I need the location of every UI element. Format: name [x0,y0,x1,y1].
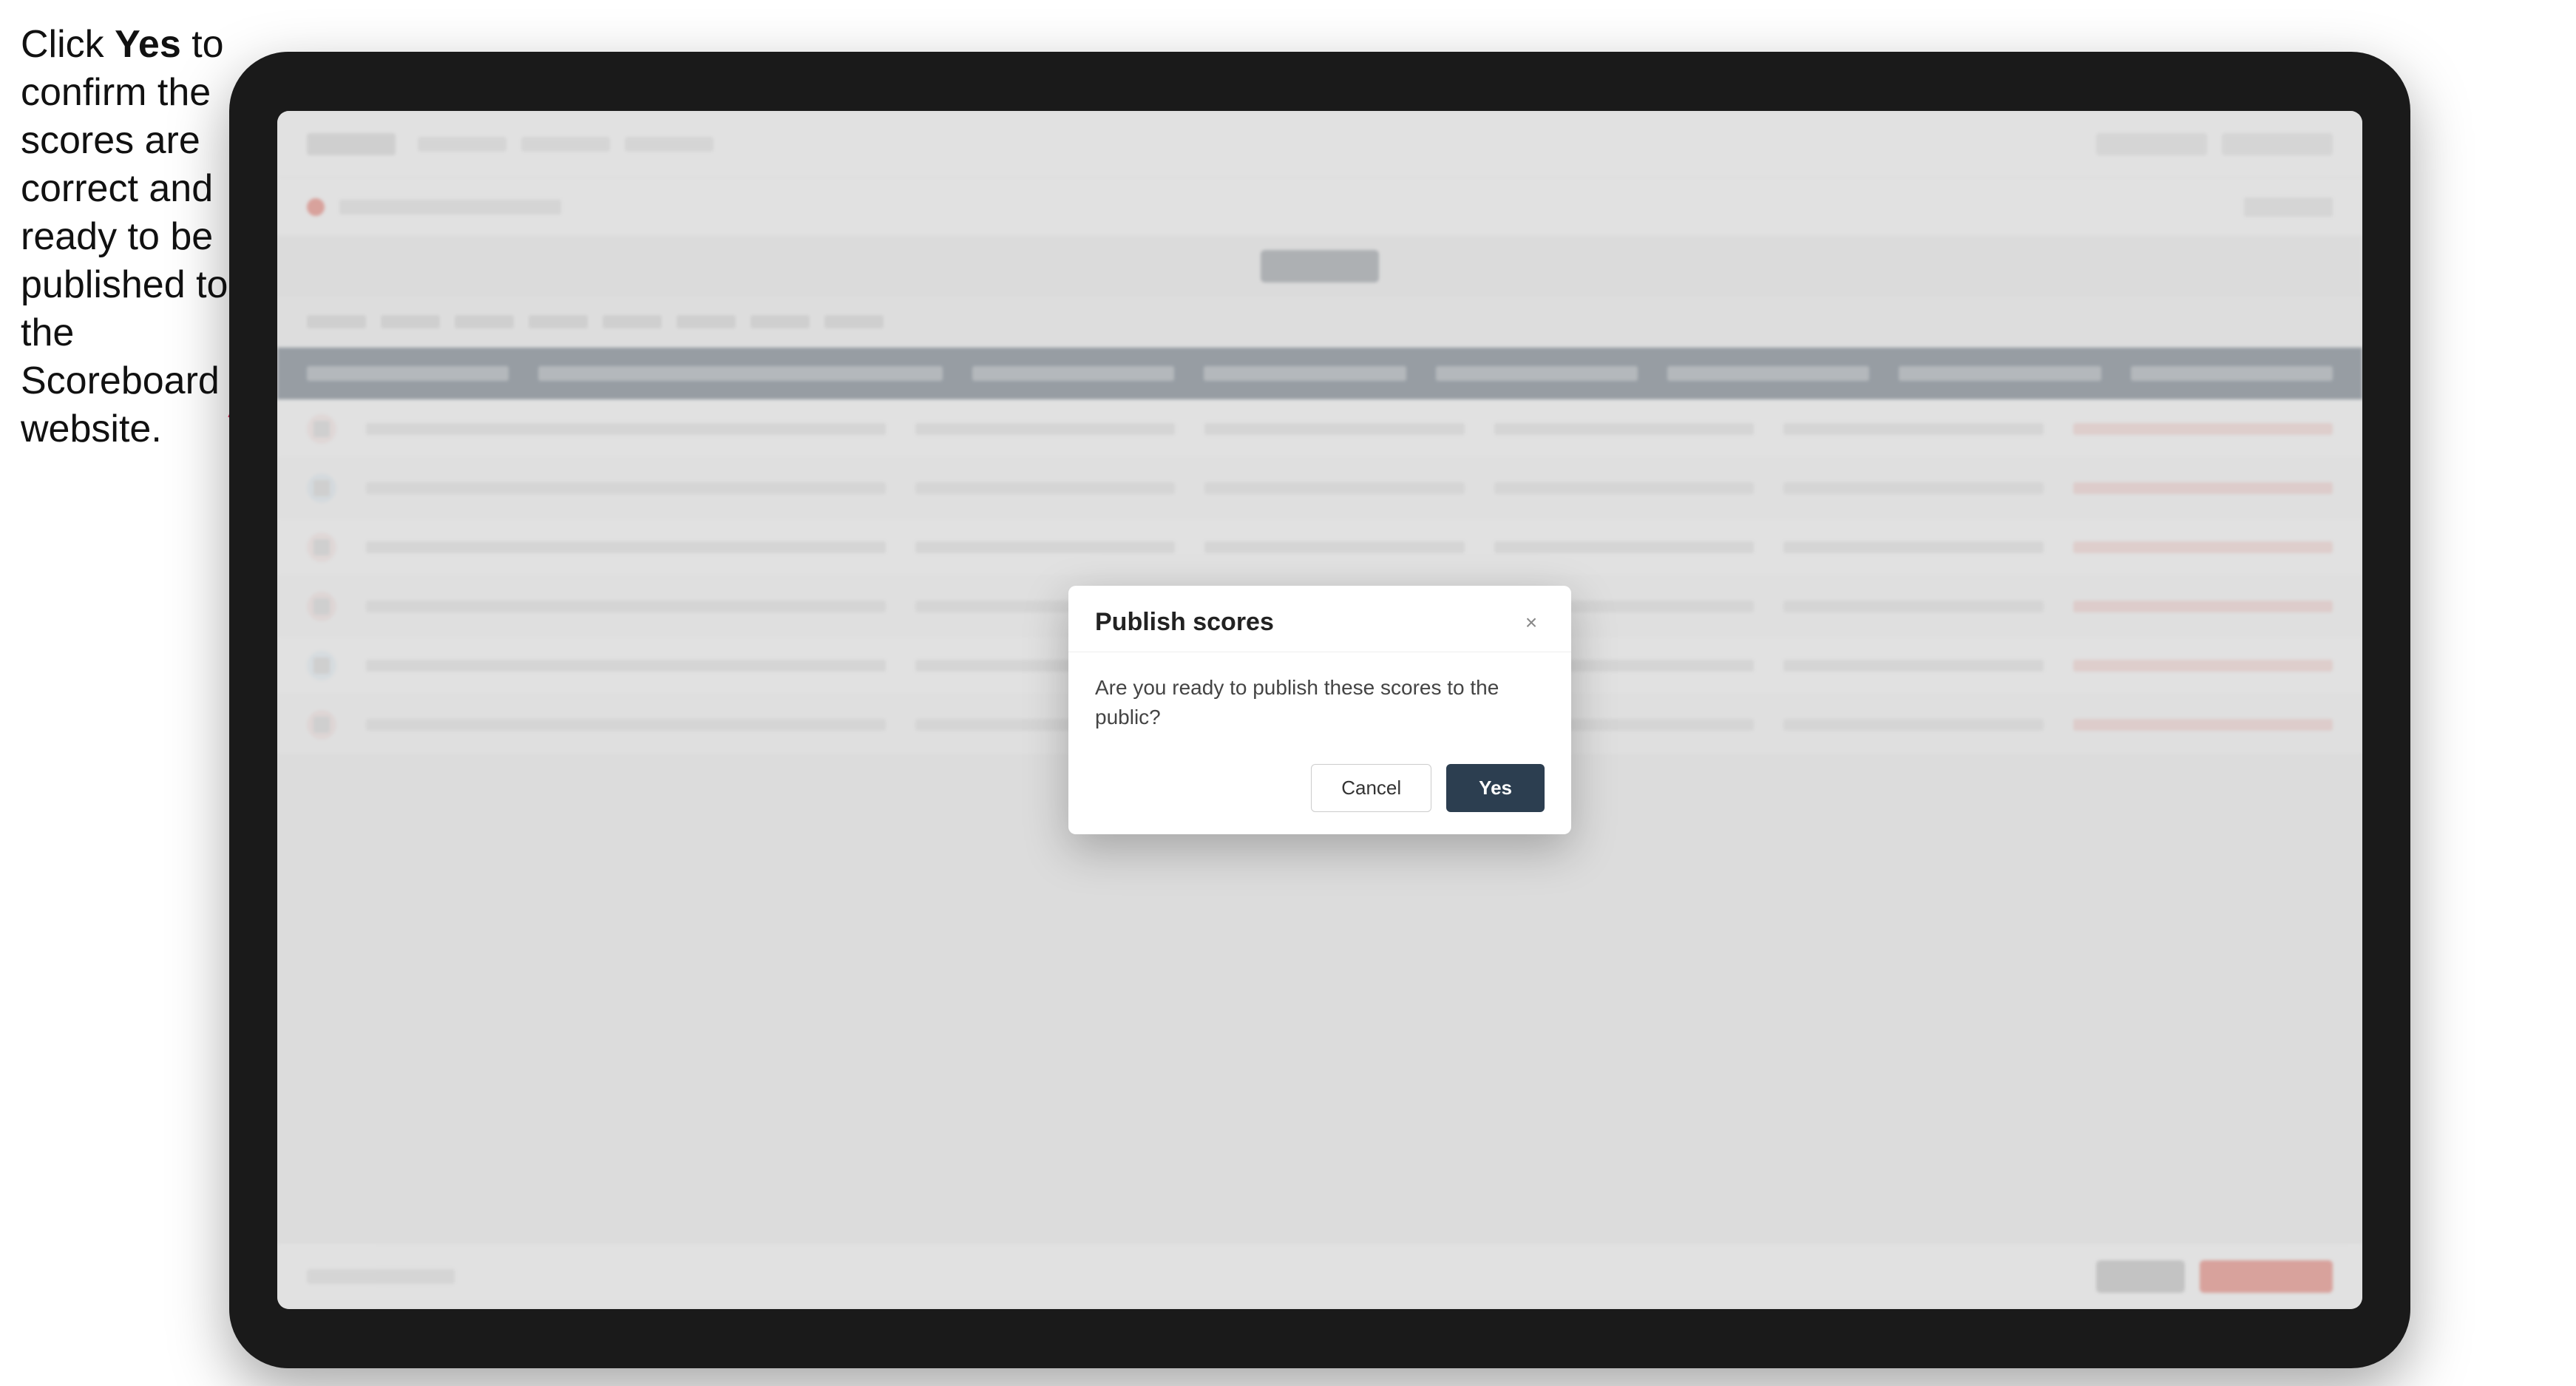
dialog-message: Are you ready to publish these scores to… [1095,673,1545,731]
dialog-overlay: Publish scores × Are you ready to publis… [277,111,2362,1309]
dialog-footer: Cancel Yes [1068,749,1571,834]
tablet-screen: Publish scores × Are you ready to publis… [277,111,2362,1309]
cancel-button[interactable]: Cancel [1311,764,1431,812]
dialog-header: Publish scores × [1068,586,1571,652]
yes-highlight: Yes [115,23,181,66]
tablet-device: Publish scores × Are you ready to publis… [229,52,2410,1368]
instruction-text: Click Yes to confirm the scores are corr… [21,21,235,453]
publish-scores-dialog: Publish scores × Are you ready to publis… [1068,586,1571,834]
yes-button[interactable]: Yes [1446,764,1545,812]
dialog-body: Are you ready to publish these scores to… [1068,652,1571,748]
dialog-close-button[interactable]: × [1518,609,1545,636]
dialog-title: Publish scores [1095,608,1274,637]
